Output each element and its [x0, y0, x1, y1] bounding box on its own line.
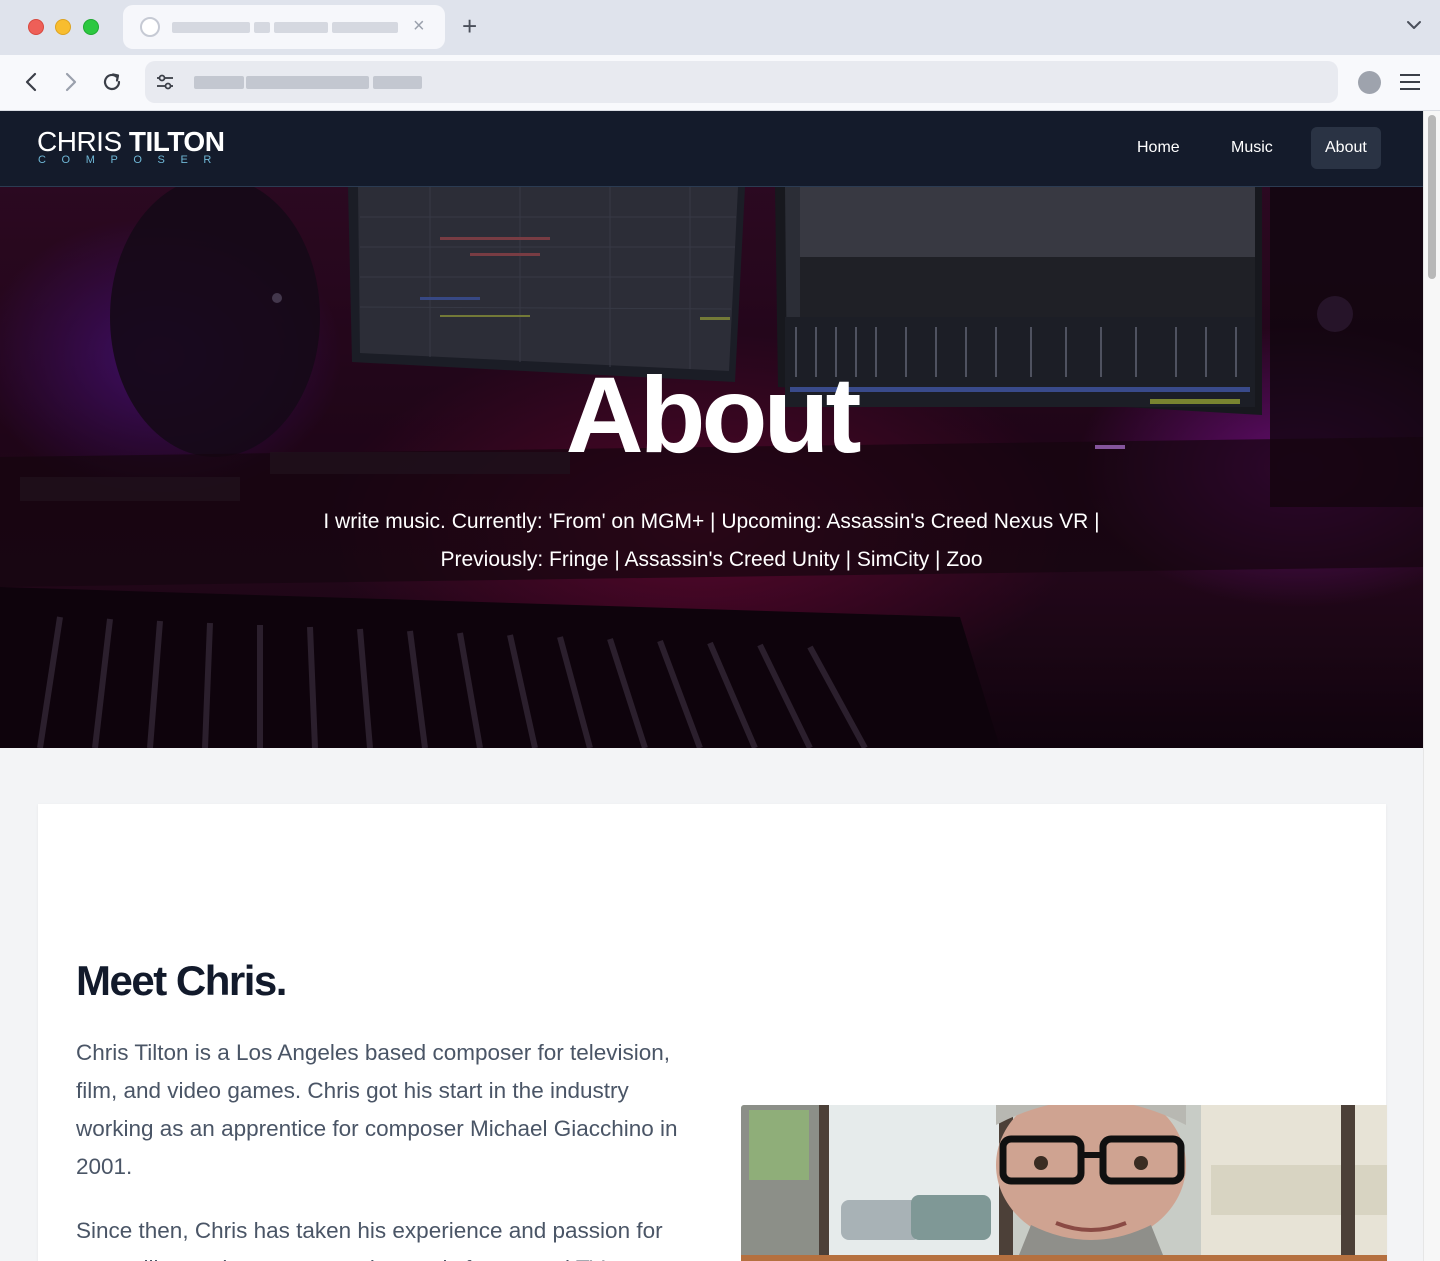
tab-title-placeholder: [274, 22, 328, 33]
tab-favicon-icon: [140, 17, 160, 37]
url-placeholder: [373, 76, 422, 89]
page-scrollbar[interactable]: [1423, 111, 1440, 1261]
tab-list-chevron-icon[interactable]: [1405, 16, 1423, 34]
hero-subtitle-line: I write music. Currently: 'From' on MGM+…: [323, 510, 1100, 533]
hero-banner: About I write music. Currently: 'From' o…: [0, 187, 1423, 748]
window-close-button[interactable]: [28, 19, 44, 35]
site-settings-icon[interactable]: [155, 73, 175, 91]
tab-title-placeholder: [332, 22, 398, 33]
page-viewport: CHRIS TILTON COMPOSER Home Music About A…: [0, 111, 1440, 1261]
url-placeholder: [246, 76, 369, 89]
nav-music-link[interactable]: Music: [1217, 127, 1287, 169]
hero-subtitle-line: Previously: Fringe | Assassin's Creed Un…: [440, 548, 983, 571]
nav-about-link[interactable]: About: [1311, 127, 1381, 169]
tab-title-placeholder: [172, 22, 250, 33]
window-zoom-button[interactable]: [83, 19, 99, 35]
browser-toolbar: [0, 55, 1440, 111]
chris-portrait-photo: [741, 1105, 1387, 1261]
meet-heading: Meet Chris.: [76, 957, 287, 1004]
new-tab-button[interactable]: +: [462, 12, 477, 40]
logo-tagline: COMPOSER: [38, 154, 227, 166]
browser-tab-active[interactable]: ×: [123, 5, 445, 49]
about-card: Meet Chris. Chris Tilton is a Los Angele…: [38, 804, 1387, 1261]
back-icon[interactable]: [20, 70, 42, 94]
window-minimize-button[interactable]: [55, 19, 71, 35]
reload-icon[interactable]: [100, 70, 124, 94]
site-navbar: CHRIS TILTON COMPOSER Home Music About: [0, 111, 1423, 187]
logo-name-last: TILTON: [128, 126, 225, 157]
logo-name-first: CHRIS: [37, 126, 129, 157]
bio-paragraph: Chris Tilton is a Los Angeles based comp…: [76, 1040, 678, 1179]
forward-icon[interactable]: [60, 70, 82, 94]
browser-tab-bar: × +: [0, 0, 1440, 55]
tab-close-icon[interactable]: ×: [413, 15, 425, 37]
menu-icon[interactable]: [1399, 72, 1421, 92]
site-logo[interactable]: CHRIS TILTON: [37, 126, 225, 157]
nav-home-link[interactable]: Home: [1123, 127, 1194, 169]
bio-paragraph: Since then, Chris has taken his experien…: [76, 1218, 663, 1261]
hero-title: About: [565, 354, 862, 475]
hero-subtitle: I write music. Currently: 'From' on MGM+…: [300, 503, 1123, 579]
address-bar[interactable]: [145, 61, 1338, 103]
tab-title-placeholder: [254, 22, 270, 33]
scrollbar-thumb[interactable]: [1428, 115, 1436, 279]
url-placeholder: [194, 76, 244, 89]
profile-icon[interactable]: [1358, 71, 1381, 94]
